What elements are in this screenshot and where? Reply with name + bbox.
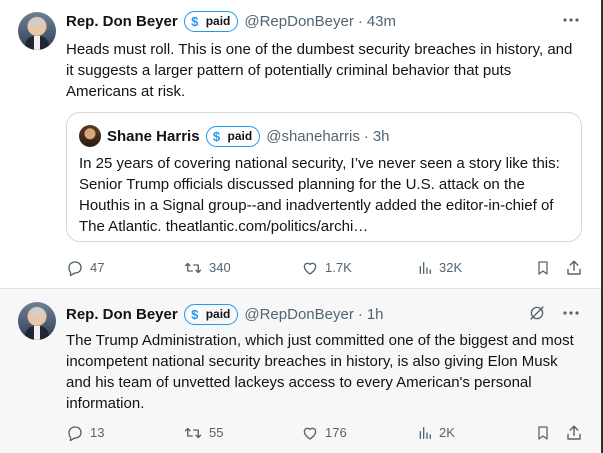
- reply-icon: [68, 426, 82, 442]
- more-icon[interactable]: [561, 10, 581, 30]
- like-button[interactable]: 176: [301, 423, 347, 443]
- repost-button[interactable]: 340: [183, 258, 231, 278]
- tweet-header: Rep. Don Beyer $ paid @RepDonBeyer · 43m: [66, 10, 396, 32]
- quoted-tweet[interactable]: Shane Harris $ paid @shaneharris · 3h In…: [66, 112, 582, 242]
- timestamp[interactable]: 43m: [367, 13, 396, 30]
- action-bar: 13 55 176 2K: [66, 423, 586, 443]
- more-icon[interactable]: [561, 303, 581, 323]
- reply-count: 47: [90, 260, 105, 275]
- bookmark-icon: [538, 426, 548, 440]
- repost-count: 340: [209, 260, 231, 275]
- like-icon: [303, 262, 317, 275]
- tweet-2[interactable]: Rep. Don Beyer $ paid @RepDonBeyer · 1h …: [0, 289, 603, 453]
- author-handle[interactable]: @RepDonBeyer: [244, 306, 353, 323]
- paid-badge[interactable]: $ paid: [183, 303, 239, 325]
- bookmark-button[interactable]: [535, 423, 551, 443]
- action-bar: 47 340 1.7K 32K: [66, 258, 586, 278]
- view-count: 2K: [439, 425, 455, 440]
- grok-icon[interactable]: [527, 303, 547, 323]
- views-icon: [419, 427, 431, 439]
- repost-button[interactable]: 55: [183, 423, 223, 443]
- avatar[interactable]: [18, 302, 56, 340]
- repost-count: 55: [209, 425, 224, 440]
- tweet-1[interactable]: Rep. Don Beyer $ paid @RepDonBeyer · 43m…: [0, 0, 603, 288]
- quote-paid-badge: $ paid: [205, 125, 261, 147]
- separator-dot: ·: [357, 12, 363, 30]
- separator-dot: ·: [357, 305, 363, 323]
- tweet-text: The Trump Administration, which just com…: [66, 332, 574, 412]
- dollar-icon: $: [187, 307, 202, 322]
- views-button[interactable]: 32K: [417, 258, 462, 278]
- like-icon: [303, 427, 317, 440]
- share-icon: [567, 425, 581, 440]
- reply-count: 13: [90, 425, 105, 440]
- badge-label: paid: [205, 14, 231, 28]
- timestamp[interactable]: 1h: [367, 306, 384, 323]
- author-name[interactable]: Rep. Don Beyer: [66, 13, 178, 30]
- bookmark-button[interactable]: [535, 258, 551, 278]
- quote-text: In 25 years of covering national securit…: [79, 155, 560, 235]
- repost-icon: [184, 427, 202, 439]
- reply-button[interactable]: 13: [66, 423, 104, 443]
- like-count: 176: [325, 425, 347, 440]
- like-count: 1.7K: [325, 260, 352, 275]
- tweet-header: Rep. Don Beyer $ paid @RepDonBeyer · 1h: [66, 303, 384, 325]
- badge-label: paid: [205, 307, 231, 321]
- tweet-text: Heads must roll. This is one of the dumb…: [66, 41, 573, 100]
- author-name[interactable]: Rep. Don Beyer: [66, 306, 178, 323]
- avatar[interactable]: [18, 12, 56, 50]
- like-button[interactable]: 1.7K: [301, 258, 352, 278]
- dollar-icon: $: [209, 129, 224, 144]
- badge-label: paid: [227, 129, 253, 143]
- author-handle[interactable]: @RepDonBeyer: [244, 13, 353, 30]
- quote-timestamp: 3h: [372, 127, 390, 145]
- quote-author-name: Shane Harris: [107, 127, 200, 145]
- views-button[interactable]: 2K: [417, 423, 455, 443]
- quote-header: Shane Harris $ paid @shaneharris · 3h: [107, 125, 390, 147]
- views-icon: [419, 262, 431, 274]
- paid-badge[interactable]: $ paid: [183, 10, 239, 32]
- quote-author-handle: @shaneharris: [266, 127, 360, 145]
- reply-icon: [68, 261, 82, 277]
- reply-button[interactable]: 47: [66, 258, 104, 278]
- dollar-icon: $: [187, 14, 202, 29]
- quote-avatar[interactable]: [79, 125, 101, 147]
- separator-dot: ·: [363, 127, 369, 145]
- bookmark-icon: [538, 261, 548, 275]
- share-icon: [567, 260, 581, 275]
- share-button[interactable]: [565, 423, 583, 443]
- view-count: 32K: [439, 260, 463, 275]
- repost-icon: [184, 262, 202, 274]
- share-button[interactable]: [565, 258, 583, 278]
